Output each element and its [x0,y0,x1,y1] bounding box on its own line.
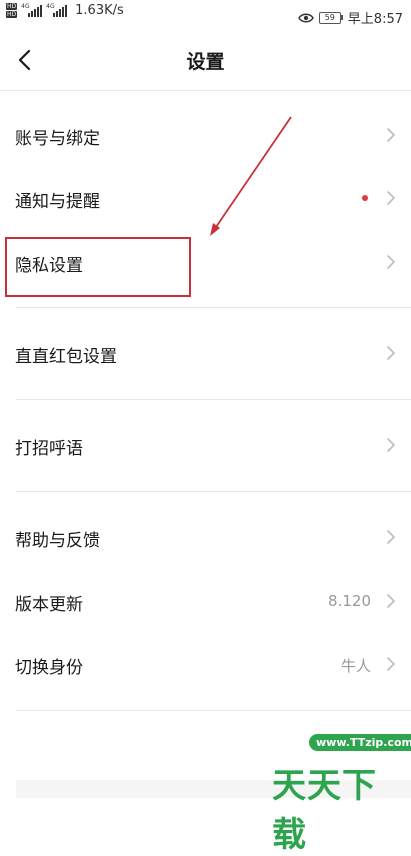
status-bar: HD HD 4G 4G 1.63K/s 59 早上8:57 [0,0,411,34]
section-divider [16,491,411,492]
signal-icon: 4G [21,2,43,17]
settings-item-label: 通知与提醒 [15,192,100,212]
settings-item-label: 直直红包设置 [15,347,117,367]
settings-item-label: 版本更新 [15,595,83,615]
watermark-text: 天天下载 [272,766,377,855]
settings-item-label: 帮助与反馈 [15,531,100,551]
chevron-right-icon [387,657,395,671]
settings-item-label: 打招呼语 [15,439,83,459]
section-divider [16,307,411,308]
settings-item-red-packet[interactable]: 直直红包设置 [0,322,411,384]
version-number: 8.120 [328,592,371,610]
section-divider [16,399,411,400]
settings-item-help-feedback[interactable]: 帮助与反馈 [0,506,411,568]
settings-item-notifications[interactable]: 通知与提醒 [0,167,411,229]
hd-icon: HD [6,11,18,18]
settings-item-label: 切换身份 [15,658,83,678]
chevron-right-icon [387,255,395,269]
chevron-right-icon [387,128,395,142]
page-title: 设置 [186,51,225,73]
status-bar-left: HD HD 4G 4G 1.63K/s [6,3,124,18]
chevron-right-icon [387,191,395,205]
clock: 早上8:57 [347,12,403,27]
chevron-right-icon [387,346,395,360]
header-divider [0,90,411,91]
eye-icon [297,13,314,22]
unread-dot [362,195,368,201]
chevron-right-icon [387,530,395,544]
network-type-label: 4G [21,2,30,10]
status-bar-right: 59 早上8:57 [297,8,403,27]
chevron-right-icon [387,438,395,452]
battery-icon: 59 [318,11,343,24]
hd-icon: HD [6,3,18,10]
network-type-label: 4G [46,2,55,10]
nav-header: 设置 [0,34,411,90]
watermark: www.TTzip.com 天天下载 [228,722,411,855]
signal-icon: 4G [46,2,68,17]
network-speed: 1.63K/s [75,3,124,18]
settings-item-greeting[interactable]: 打招呼语 [0,414,411,476]
battery-level: 59 [318,11,341,24]
settings-item-account-binding[interactable]: 账号与绑定 [0,104,411,166]
hd-indicators: HD HD [6,3,18,18]
settings-item-version-update[interactable]: 版本更新 8.120 [0,570,411,632]
current-identity: 牛人 [340,657,371,675]
chevron-right-icon [387,594,395,608]
section-divider [16,710,411,711]
watermark-url: www.TTzip.com [309,734,411,751]
settings-item-switch-identity[interactable]: 切换身份 牛人 [0,633,411,695]
settings-item-label: 账号与绑定 [15,129,100,149]
annotation-highlight-box [5,237,191,297]
